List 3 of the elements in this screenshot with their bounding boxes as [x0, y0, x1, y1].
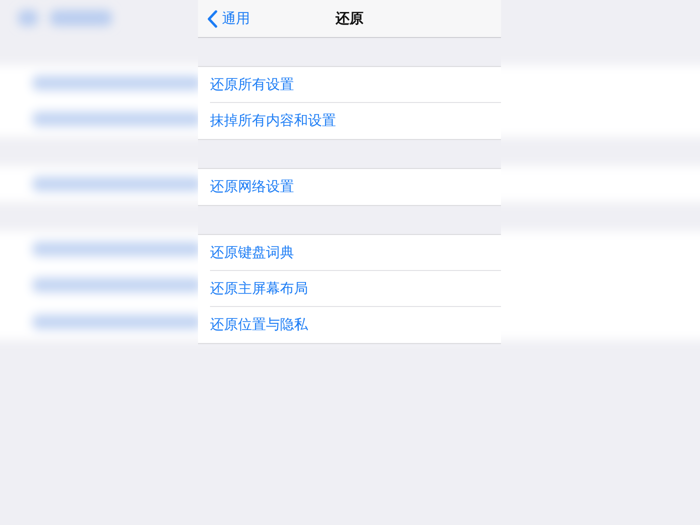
back-button[interactable]: 通用: [205, 8, 252, 30]
page-title: 还原: [336, 10, 364, 28]
chevron-left-icon: [207, 10, 218, 28]
